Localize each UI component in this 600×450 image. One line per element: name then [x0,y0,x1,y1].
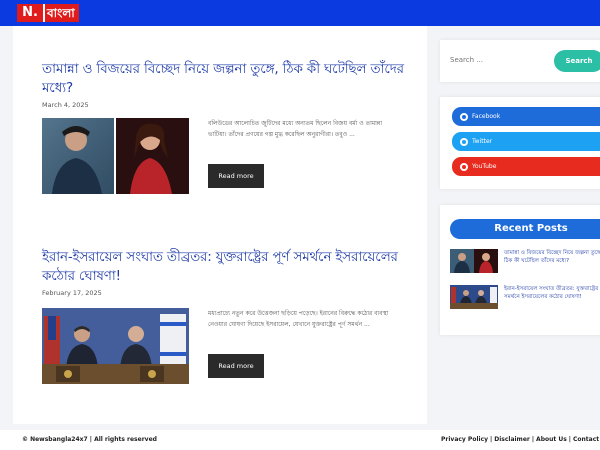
recent-post-title[interactable]: ইরান-ইসরায়েল সংঘাত তীব্রতর: যুক্তরাষ্ট্… [504,285,600,301]
twitter-button[interactable]: Twitter [452,132,600,151]
copyright-text: © Newsbangla24x7 | All rights reserved [22,436,157,443]
recent-posts-heading: Recent Posts [450,219,600,239]
footer-links: Privacy Policy | Disclaimer | About Us | Conta… [441,436,599,443]
read-more-button[interactable]: Read more [208,164,264,188]
twitter-icon [460,137,468,146]
post-title[interactable]: তামান্না ও বিজয়ের বিচ্ছেদ নিয়ে জল্পনা … [42,60,412,98]
top-bar: N. বাংলা [0,0,600,26]
search-widget: Search [440,40,600,82]
site-logo[interactable]: N. বাংলা [17,4,79,22]
search-button[interactable]: Search [554,50,600,72]
recent-post-item[interactable]: তামান্না ও বিজয়ের বিচ্ছেদ নিয়ে জল্পনা … [450,249,600,275]
logo-text: বাংলা [43,4,79,22]
footer-link-disclaimer[interactable]: Disclaimer [494,436,530,443]
recent-post-title[interactable]: তামান্না ও বিজয়ের বিচ্ছেদ নিয়ে জল্পনা … [504,249,600,265]
post-excerpt: মধ্যপ্রাচ্যে নতুন করে উত্তেজনা ছড়িয়ে প… [208,310,389,328]
post-card: ইরান-ইসরায়েল সংঘাত তীব্রতর: যুক্তরাষ্ট্… [42,248,412,418]
search-input[interactable] [450,50,550,70]
post-excerpt: বলিউডের আলোচিত জুটিদের মধ্যে অন্যতম ছিলে… [208,120,383,138]
youtube-label: YouTube [472,163,497,170]
main-content: তামান্না ও বিজয়ের বিচ্ছেদ নিয়ে জল্পনা … [13,26,427,424]
footer-separator: | [568,436,571,443]
post-date: March 4, 2025 [42,101,89,109]
recent-posts-widget: Recent Posts তামান্না ও বিজয়ের বিচ্ছেদ … [440,205,600,335]
footer-separator: | [531,436,535,443]
youtube-button[interactable]: YouTube [452,157,600,176]
twitter-label: Twitter [472,138,493,145]
recent-post-item[interactable]: ইরান-ইসরায়েল সংঘাত তীব্রতর: যুক্তরাষ্ট্… [450,285,600,311]
social-widget: Facebook Twitter YouTube [440,97,600,189]
read-more-button[interactable]: Read more [208,354,264,378]
recent-post-thumbnail[interactable] [450,285,498,309]
post-date: February 17, 2025 [42,289,102,297]
post-thumbnail[interactable] [42,308,189,384]
footer-link-contact[interactable]: Contact [573,436,599,443]
facebook-label: Facebook [472,113,501,120]
facebook-icon [460,112,468,121]
footer: © Newsbangla24x7 | All rights reserved P… [0,430,600,450]
post-thumbnail[interactable] [42,118,189,194]
recent-post-thumbnail[interactable] [450,249,498,273]
footer-link-privacy[interactable]: Privacy Policy [441,436,488,443]
logo-letter: N. [17,4,43,22]
facebook-button[interactable]: Facebook [452,107,600,126]
post-title[interactable]: ইরান-ইসরায়েল সংঘাত তীব্রতর: যুক্তরাষ্ট্… [42,248,412,286]
post-card: তামান্না ও বিজয়ের বিচ্ছেদ নিয়ে জল্পনা … [42,60,412,230]
footer-separator: | [490,436,493,443]
youtube-icon [460,162,468,171]
footer-link-about[interactable]: About Us [536,436,567,443]
